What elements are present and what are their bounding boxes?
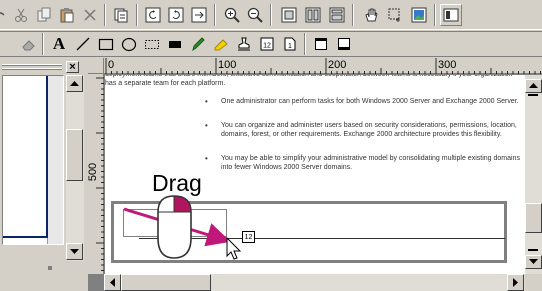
- application-window: A 12 1 × 0 100 200 300 500 has a separat…: [0, 0, 542, 291]
- drag-annotation-overlay: [123, 195, 242, 260]
- drag-label: Drag: [150, 170, 204, 196]
- mouse-icon: [157, 195, 192, 259]
- mouse-pointer-icon: [226, 236, 242, 260]
